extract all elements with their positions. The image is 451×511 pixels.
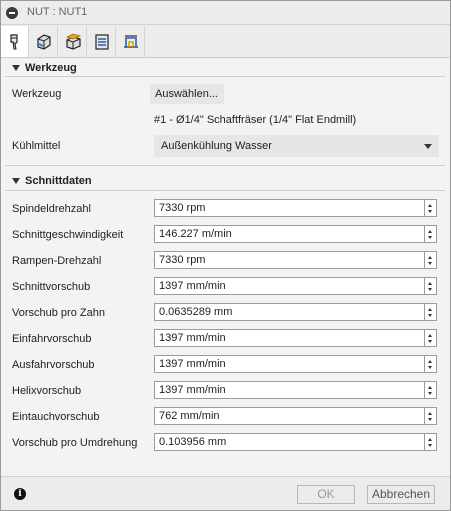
- spin-down-icon[interactable]: [428, 262, 432, 265]
- spin-up-icon[interactable]: [428, 412, 432, 415]
- spinner[interactable]: [425, 433, 437, 451]
- divider: [5, 76, 445, 77]
- field-label-rampen-drehzahl: Rampen-Drehzahl: [12, 255, 102, 267]
- spinner[interactable]: [425, 225, 437, 243]
- expand-arrow-icon[interactable]: [12, 65, 20, 71]
- spin-down-icon[interactable]: [428, 340, 432, 343]
- field-label-eintauchvorschub: Eintauchvorschub: [12, 411, 100, 423]
- ok-button[interactable]: OK: [297, 485, 355, 504]
- settings-panel: Werkzeug Werkzeug Auswählen... #1 - Ø1/4…: [1, 59, 450, 476]
- spin-up-icon[interactable]: [428, 334, 432, 337]
- tab-passes[interactable]: [88, 26, 116, 57]
- field-label-einfahrvorschub: Einfahrvorschub: [12, 333, 92, 345]
- coolant-select[interactable]: Außenkühlung Wasser: [154, 135, 439, 157]
- spin-down-icon[interactable]: [428, 418, 432, 421]
- tab-geometry[interactable]: [30, 26, 58, 57]
- spin-up-icon[interactable]: [428, 360, 432, 363]
- spin-down-icon[interactable]: [428, 444, 432, 447]
- field-label-schnittgeschwindigkeit: Schnittgeschwindigkeit: [12, 229, 124, 241]
- spin-down-icon[interactable]: [428, 288, 432, 291]
- spinner[interactable]: [425, 277, 437, 295]
- feed-per-revolution-input[interactable]: 0.103956 mm: [154, 433, 425, 451]
- spinner[interactable]: [425, 407, 437, 425]
- section-title: Werkzeug: [25, 62, 77, 74]
- spinner[interactable]: [425, 381, 437, 399]
- spinner[interactable]: [425, 329, 437, 347]
- cutting-speed-input[interactable]: 146.227 m/min: [154, 225, 425, 243]
- tool-tab-icon: [10, 34, 18, 50]
- tab-tool[interactable]: [1, 26, 29, 57]
- dialog-title: NUT : NUT1: [27, 6, 88, 18]
- spin-up-icon[interactable]: [428, 230, 432, 233]
- coolant-label: Kühlmittel: [12, 140, 61, 152]
- cancel-button[interactable]: Abbrechen: [367, 485, 435, 504]
- tab-linking[interactable]: [117, 26, 145, 57]
- spinner[interactable]: [425, 303, 437, 321]
- spinner[interactable]: [425, 251, 437, 269]
- select-tool-button[interactable]: Auswählen...: [150, 84, 224, 104]
- spin-down-icon[interactable]: [428, 314, 432, 317]
- cutting-feedrate-input[interactable]: 1397 mm/min: [154, 277, 425, 295]
- spinner[interactable]: [425, 199, 437, 217]
- spin-down-icon[interactable]: [428, 392, 432, 395]
- spinner[interactable]: [425, 355, 437, 373]
- geometry-tab-icon: [37, 34, 51, 50]
- spin-up-icon[interactable]: [428, 438, 432, 441]
- field-label-spindeldrehzahl: Spindeldrehzahl: [12, 203, 91, 215]
- coolant-value: Außenkühlung Wasser: [161, 140, 272, 152]
- passes-tab-icon: [95, 34, 109, 50]
- tab-toolbar: [1, 26, 450, 58]
- expand-arrow-icon[interactable]: [12, 178, 20, 184]
- lead-out-feedrate-input[interactable]: 1397 mm/min: [154, 355, 425, 373]
- tool-description: #1 - Ø1/4" Schaftfräser (1/4" Flat Endmi…: [154, 114, 357, 126]
- schnittdaten-section-header[interactable]: Schnittdaten: [1, 172, 450, 192]
- divider: [5, 190, 445, 191]
- operation-dialog: NUT : NUT1 Werkzeug Werkzeug Auswählen..…: [0, 0, 451, 511]
- spin-up-icon[interactable]: [428, 386, 432, 389]
- heights-tab-icon: [65, 33, 82, 50]
- field-label-schnittvorschub: Schnittvorschub: [12, 281, 91, 293]
- plunge-feedrate-input[interactable]: 762 mm/min: [154, 407, 425, 425]
- spin-up-icon[interactable]: [428, 308, 432, 311]
- feed-per-tooth-input[interactable]: 0.0635289 mm: [154, 303, 425, 321]
- spin-down-icon[interactable]: [428, 210, 432, 213]
- dialog-footer: i OK Abbrechen: [1, 476, 450, 510]
- spin-down-icon[interactable]: [428, 236, 432, 239]
- ramp-speed-input[interactable]: 7330 rpm: [154, 251, 425, 269]
- tab-heights[interactable]: [59, 26, 87, 57]
- spin-up-icon[interactable]: [428, 204, 432, 207]
- chevron-down-icon: [424, 144, 432, 149]
- spin-down-icon[interactable]: [428, 366, 432, 369]
- spin-up-icon[interactable]: [428, 282, 432, 285]
- section-title: Schnittdaten: [25, 175, 92, 187]
- helix-feedrate-input[interactable]: 1397 mm/min: [154, 381, 425, 399]
- field-label-ausfahrvorschub: Ausfahrvorschub: [12, 359, 95, 371]
- divider: [5, 165, 445, 166]
- spindle-speed-input[interactable]: 7330 rpm: [154, 199, 425, 217]
- field-label-helixvorschub: Helixvorschub: [12, 385, 82, 397]
- linking-tab-icon: [124, 35, 138, 48]
- tool-label: Werkzeug: [12, 88, 62, 100]
- lead-in-feedrate-input[interactable]: 1397 mm/min: [154, 329, 425, 347]
- field-label-vorschub-pro-umdrehung: Vorschub pro Umdrehung: [12, 437, 138, 449]
- title-bar: NUT : NUT1: [1, 1, 450, 25]
- field-label-vorschub-pro-zahn: Vorschub pro Zahn: [12, 307, 105, 319]
- collapse-dialog-icon[interactable]: [6, 7, 18, 19]
- info-icon[interactable]: i: [14, 488, 26, 500]
- spin-up-icon[interactable]: [428, 256, 432, 259]
